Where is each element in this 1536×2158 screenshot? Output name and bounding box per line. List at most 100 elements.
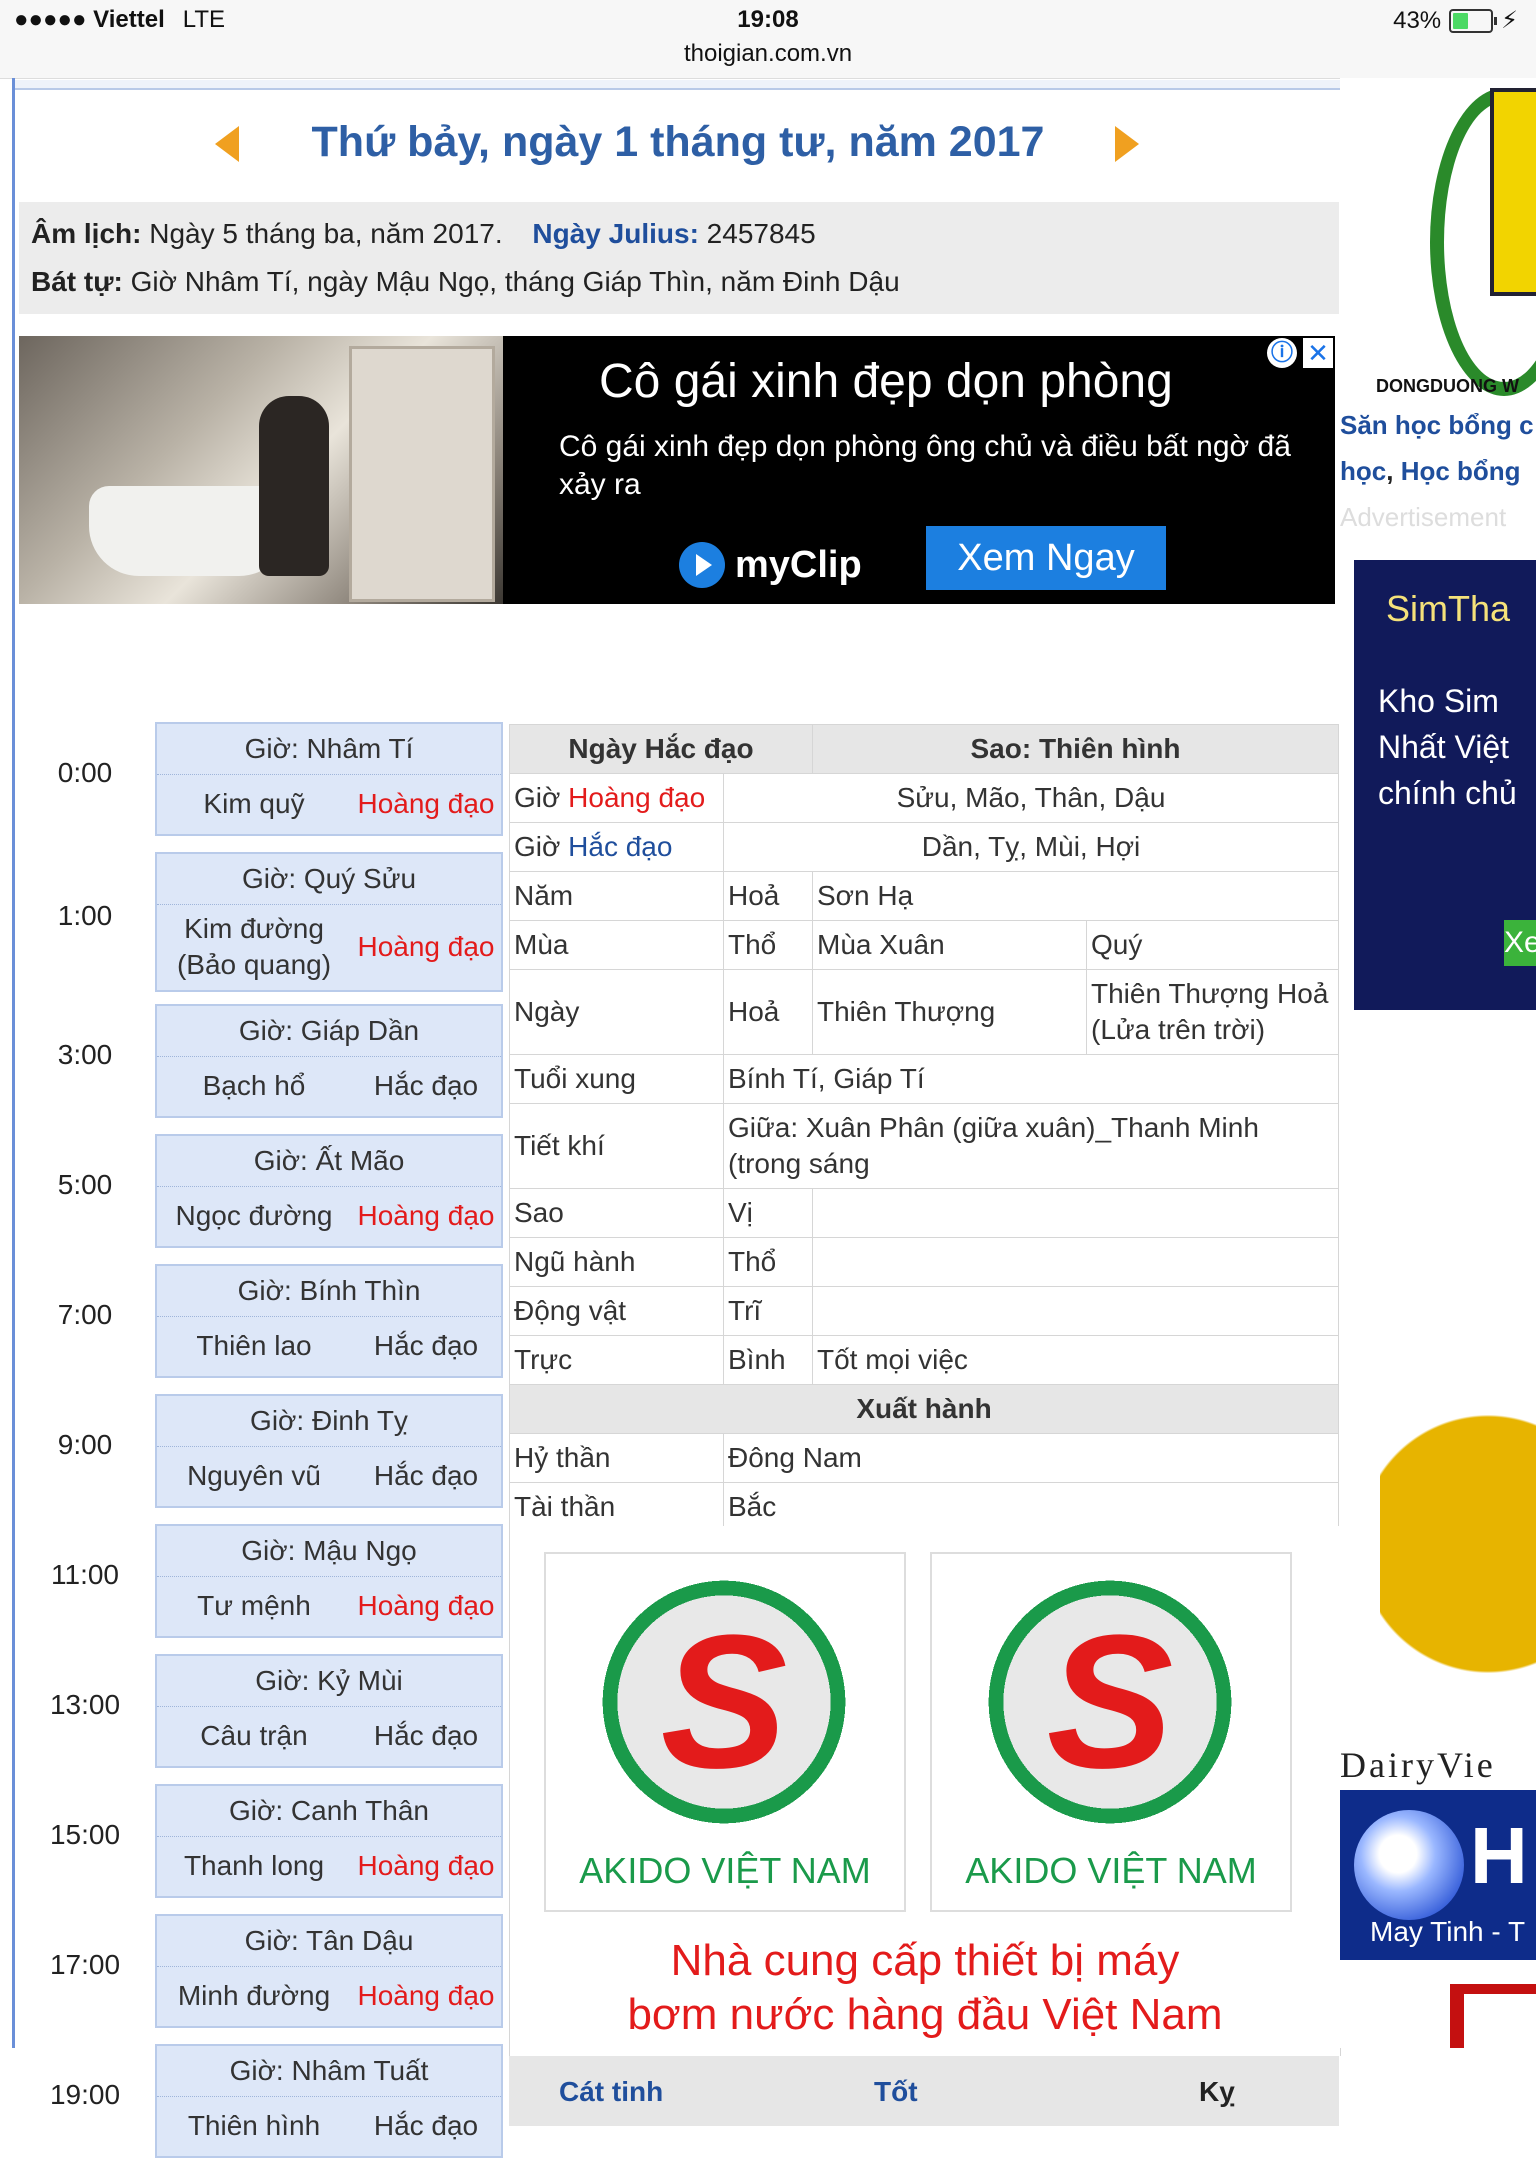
hour-detail-row: Bạch hổ Hắc đạo — [157, 1057, 501, 1115]
hour-star: Tư mệnh — [197, 1590, 311, 1621]
cell: Thiên Thượng — [812, 969, 1087, 1055]
comma-separator: , — [1386, 456, 1401, 486]
red-logo-icon[interactable] — [1450, 1984, 1536, 2048]
akido-logo-icon: S — [594, 1572, 854, 1832]
bat-tu-line: Bát tự: Giờ Nhâm Tí, ngày Mậu Ngọ, tháng… — [31, 266, 900, 298]
sao-label: Sao: Thiên hình — [812, 724, 1339, 774]
cell: Tốt mọi việc — [812, 1335, 1339, 1385]
hour-name: Giờ: Tân Dậu — [157, 1916, 501, 1967]
hour-block: Giờ: Tân Dậu Minh đường Hoàng đạo — [155, 1914, 503, 2028]
table-row: Sao Vị — [509, 1188, 1339, 1238]
cell: Bính Tí, Giáp Tí — [723, 1054, 1339, 1104]
url-bar[interactable]: thoigian.com.vn — [0, 40, 1536, 68]
akido-ad[interactable]: S AKIDO VIỆT NAM S AKIDO VIỆT NAM Nhà cu… — [509, 1526, 1341, 2056]
table-row: Tiết khí Giữa: Xuân Phân (giữa xuân)_Tha… — [509, 1103, 1339, 1189]
ad-description[interactable]: Cô gái xinh đẹp dọn phòng ông chủ và điề… — [559, 428, 1319, 504]
hour-name: Giờ: Kỷ Mùi — [157, 1656, 501, 1707]
table-row: Mùa Thổ Mùa Xuân Quý — [509, 920, 1339, 970]
scholarship-link[interactable]: Săn học bổng c — [1340, 410, 1534, 441]
hour-block: Giờ: Mậu Ngọ Tư mệnh Hoàng đạo — [155, 1524, 503, 1638]
hour-detail-row: Kim đường (Bảo quang) Hoàng đạo — [157, 905, 501, 989]
akido-card[interactable]: S AKIDO VIỆT NAM — [544, 1552, 906, 1912]
julius-label: Ngày Julius: — [532, 218, 699, 249]
cell: Thiên Thượng Hoả (Lửa trên trời) — [1086, 969, 1339, 1055]
dongduong-emblem-icon[interactable] — [1430, 78, 1536, 396]
cell: Hỷ thần — [509, 1433, 724, 1483]
ad-info-icon[interactable]: ⓘ — [1267, 338, 1297, 368]
hour-star: Kim đường (Bảo quang) — [176, 913, 332, 980]
hour-detail-row: Ngọc đường Hoàng đạo — [157, 1187, 501, 1245]
gio-prefix: Giờ — [514, 782, 561, 813]
hour-dao: Hoàng đạo — [357, 788, 495, 819]
cell: Mùa Xuân — [812, 920, 1087, 970]
link-hoc[interactable]: học — [1340, 456, 1386, 486]
sim-ad[interactable]: SimTha Kho Sim Nhất Việt chính chủ Xe — [1354, 560, 1536, 1010]
hour-dao: Hoàng đạo — [357, 1980, 495, 2011]
hour-time-label: 11:00 — [51, 1559, 119, 1590]
sim-ad-line: chính chủ — [1378, 775, 1517, 811]
hour-detail-row: Nguyên vũ Hắc đạo — [157, 1447, 501, 1505]
table-row: Giờ Hắc đạo Dần, Tỵ, Mùi, Hợi — [509, 822, 1339, 872]
sim-ad-button[interactable]: Xe — [1504, 920, 1536, 966]
akido-logo-icon: S — [980, 1572, 1240, 1832]
hoang-dao-text: Hoàng đạo — [568, 782, 706, 813]
hour-dao: Hắc đạo — [373, 1460, 479, 1491]
hour-star: Thiên hình — [187, 2110, 321, 2141]
sim-ad-line: Kho Sim — [1378, 683, 1499, 719]
ad-brand-name: myClip — [735, 543, 862, 586]
cell: Tiết khí — [509, 1103, 724, 1189]
ad-image[interactable] — [19, 336, 503, 604]
cell: Hoả — [723, 871, 813, 921]
hour-star: Ngọc đường — [175, 1200, 333, 1231]
cell: Hoả — [723, 969, 813, 1055]
hour-name: Giờ: Giáp Dần — [157, 1006, 501, 1057]
scholarship-link-2[interactable]: học, Học bổng — [1340, 456, 1521, 487]
dongduong-label: DONGDUONG W — [1376, 376, 1519, 396]
hour-dao: Hắc đạo — [373, 1720, 479, 1751]
right-ad-column: DONGDUONG W Săn học bổng c học, Học bổng… — [1340, 78, 1536, 2048]
cell: Ngũ hành — [509, 1237, 724, 1287]
hour-name: Giờ: Đinh Tỵ — [157, 1396, 501, 1447]
hour-name: Giờ: Quý Sửu — [157, 854, 501, 905]
ad-brand: myClip — [679, 542, 862, 588]
hour-block: Giờ: Ất Mão Ngọc đường Hoàng đạo — [155, 1134, 503, 1248]
cat-tinh-label: Cát tinh — [559, 2076, 664, 2107]
hour-dao: Hoàng đạo — [357, 1590, 495, 1621]
hour-detail-row: Kim quỹ Hoàng đạo — [157, 775, 501, 833]
banner-ad[interactable]: Cô gái xinh đẹp dọn phòng Cô gái xinh đẹ… — [19, 336, 1335, 604]
battery-status: 43% ⚡ — [1393, 6, 1518, 35]
hour-name: Giờ: Canh Thân — [157, 1786, 501, 1837]
hour-name: Giờ: Nhâm Tuất — [157, 2046, 501, 2097]
ad-close-icon[interactable]: ✕ — [1303, 338, 1333, 368]
ad-cta-button[interactable]: Xem Ngay — [926, 526, 1166, 590]
dairy-label: DairyVie — [1340, 1745, 1496, 1785]
hour-star: Câu trận — [200, 1720, 308, 1751]
akido-slogan-line: bơm nước hàng đầu Việt Nam — [627, 1990, 1223, 2039]
cell: Giữa: Xuân Phân (giữa xuân)_Thanh Minh (… — [723, 1103, 1339, 1189]
battery-fill — [1453, 12, 1469, 29]
table-row: Trực Bình Tốt mọi việc — [509, 1335, 1339, 1385]
hour-time-label: 0:00 — [57, 757, 113, 788]
hour-detail-row: Thanh long Hoàng đạo — [157, 1837, 501, 1895]
dairy-cow-logo-icon[interactable] — [1380, 1408, 1536, 1748]
akido-card[interactable]: S AKIDO VIỆT NAM — [930, 1552, 1292, 1912]
cell: Mùa — [509, 920, 724, 970]
hour-block: Giờ: Kỷ Mùi Câu trận Hắc đạo — [155, 1654, 503, 1768]
table-row: Tài thần Bắc — [509, 1482, 1339, 1532]
hoang-dao-hours: Sửu, Mão, Thân, Dậu — [723, 773, 1339, 823]
ad-title[interactable]: Cô gái xinh đẹp dọn phòng — [599, 354, 1173, 409]
next-day-arrow-icon[interactable] — [1115, 126, 1139, 162]
cell: Quý — [1086, 920, 1339, 970]
bat-tu-label: Bát tự: — [31, 266, 123, 297]
computer-store-ad[interactable]: H May Tinh - T — [1340, 1790, 1536, 1960]
ad-image-figure — [259, 396, 329, 576]
ad-image-door — [349, 346, 495, 602]
hour-dao: Hoàng đạo — [357, 1200, 495, 1231]
xuat-hanh-heading: Xuất hành — [509, 1384, 1339, 1434]
link-hoc-bong[interactable]: Học bổng — [1401, 456, 1521, 486]
hour-name: Giờ: Mậu Ngọ — [157, 1526, 501, 1577]
am-lich-value: Ngày 5 tháng ba, năm 2017. — [149, 218, 503, 249]
lunar-line: Âm lịch: Ngày 5 tháng ba, năm 2017. Ngày… — [31, 218, 816, 250]
table-row: Tuổi xung Bính Tí, Giáp Tí — [509, 1054, 1339, 1104]
hour-dao: Hoàng đạo — [357, 1850, 495, 1881]
